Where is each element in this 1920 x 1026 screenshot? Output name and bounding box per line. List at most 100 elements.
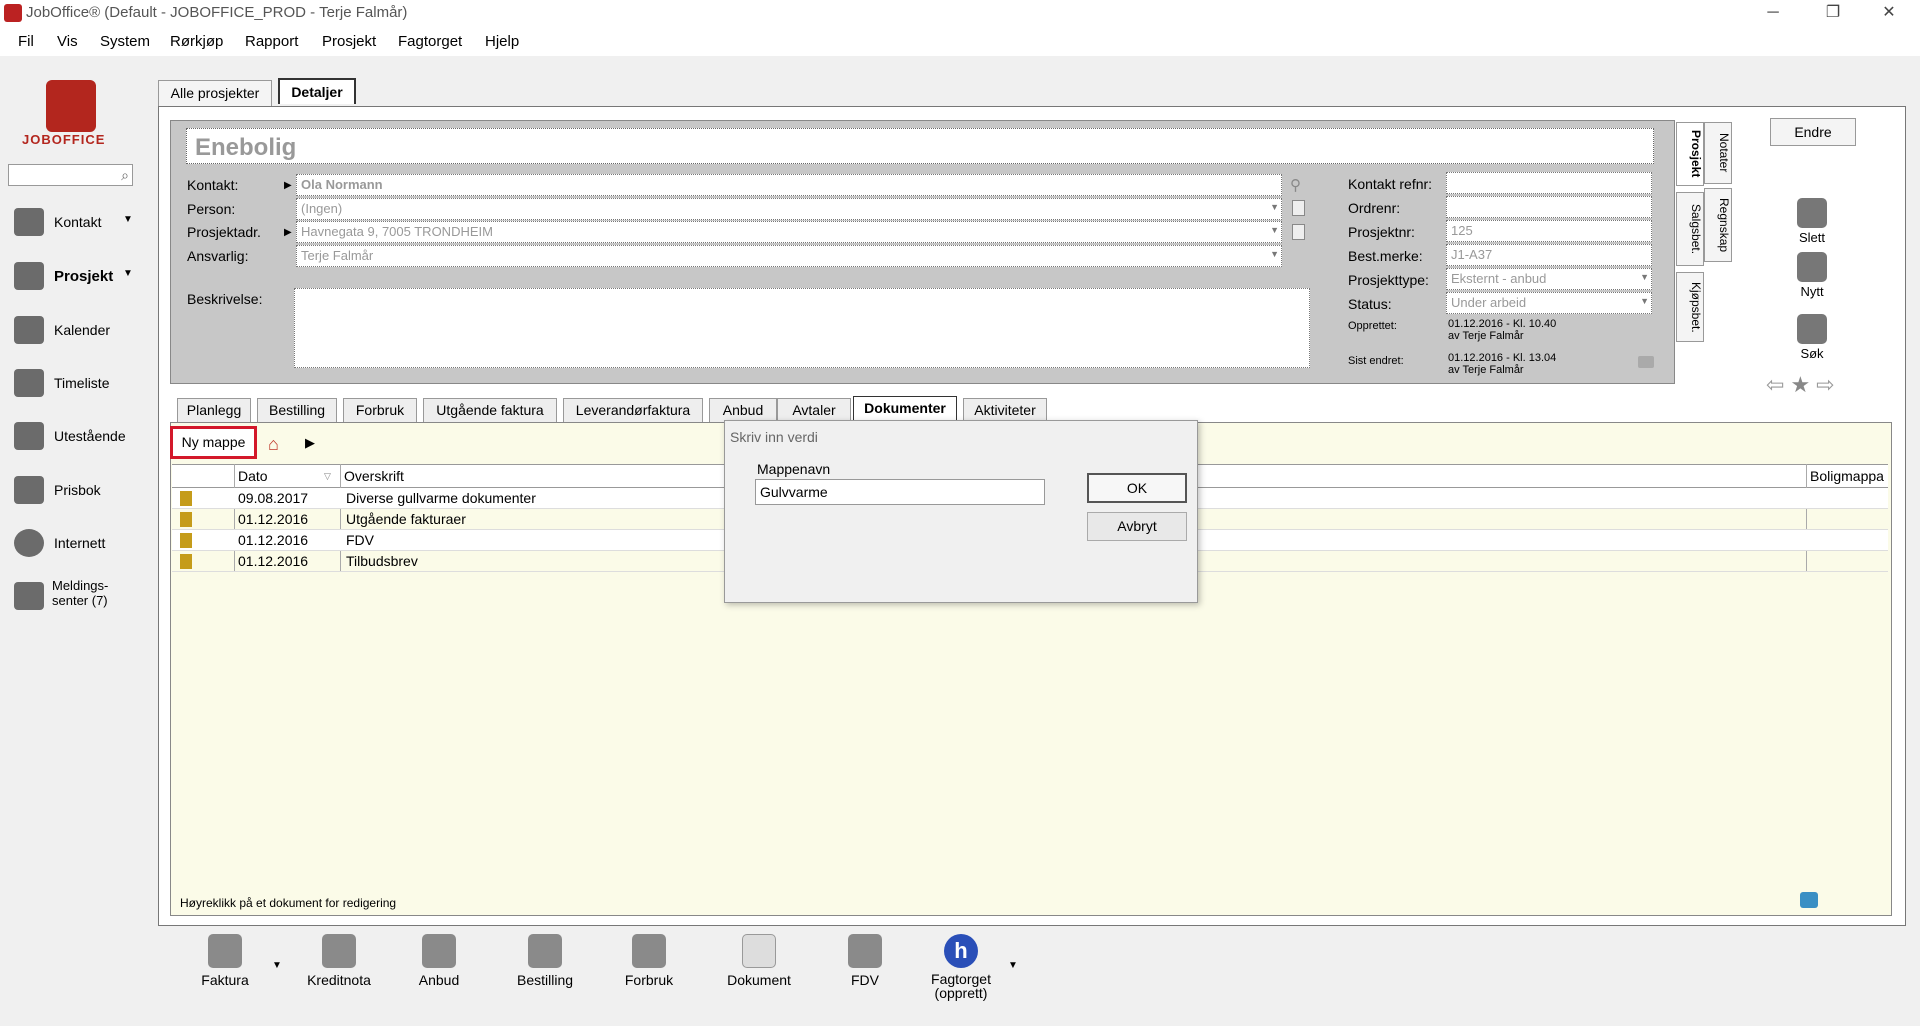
sort-icon[interactable]: ▽ [324,471,331,482]
play-icon[interactable]: ▶ [284,227,292,238]
avbryt-button[interactable]: Avbryt [1087,512,1187,541]
play-icon[interactable]: ▶ [305,435,315,451]
sidebar-item-kalender[interactable]: Kalender [12,310,152,350]
chevron-down-icon[interactable]: ▼ [272,960,282,971]
chevron-down-icon[interactable]: ▼ [123,214,133,225]
star-icon[interactable]: ★ [1790,372,1816,397]
slett-button[interactable]: Slett [1782,198,1842,245]
menu-rorkjop[interactable]: Rørkjøp [170,33,223,50]
vtab-salgsbet[interactable]: Salgsbet. [1676,192,1704,266]
sidebar-item-label: Utestående [54,428,126,444]
nytt-button[interactable]: Nytt [1782,252,1842,299]
search-icon[interactable]: ⚲ [1290,176,1301,194]
menu-fil[interactable]: Fil [18,33,34,50]
fagtorget-button[interactable]: h Fagtorget (opprett) [916,934,1006,1000]
prosjekttype-select[interactable]: Eksternt - anbud ▼ [1446,268,1652,290]
fdv-button[interactable]: FDV [820,934,910,988]
anbud-button[interactable]: Anbud [394,934,484,988]
sidebar-item-meldingssenter[interactable]: Meldings-senter (7) [12,576,152,616]
close-button[interactable]: ✕ [1866,0,1912,26]
person-select[interactable]: (Ingen) ▼ [296,198,1282,220]
minimize-button[interactable]: ─ [1750,0,1796,26]
status-select[interactable]: Under arbeid ▼ [1446,292,1652,314]
tab-detaljer[interactable]: Detaljer [278,78,356,104]
vtab-regnskap[interactable]: Regnskap [1704,188,1732,262]
tab-alle-prosjekter[interactable]: Alle prosjekter [158,80,272,106]
chevron-down-icon[interactable]: ▼ [1008,960,1018,971]
vtab-notater[interactable]: Notater [1704,122,1732,184]
vtab-prosjekt[interactable]: Prosjekt [1676,122,1704,186]
kontakt-field[interactable]: Ola Normann [296,174,1282,196]
bestmerke-field[interactable]: J1-A37 [1446,244,1652,266]
dokument-button[interactable]: Dokument [714,934,804,988]
tab-leverandorfaktura[interactable]: Leverandørfaktura [563,398,703,422]
prosjektnr-field[interactable]: 125 [1446,220,1652,242]
menu-rapport[interactable]: Rapport [245,33,298,50]
vtab-kjopsbet[interactable]: Kjøpsbet. [1676,272,1704,342]
arrow-left-icon[interactable]: ⇦ [1766,372,1790,397]
sidebar-item-prosjekt[interactable]: Prosjekt ▼ [12,256,152,296]
sidebar-item-prisbok[interactable]: Prisbok [12,470,152,510]
tab-planlegg[interactable]: Planlegg [177,398,251,422]
money-icon [14,422,44,450]
tab-utgaende-faktura[interactable]: Utgående faktura [423,398,557,422]
sidebar-item-internett[interactable]: Internett [12,523,152,563]
tab-anbud[interactable]: Anbud [709,398,777,422]
refnr-field[interactable] [1446,172,1652,194]
tab-forbruk[interactable]: Forbruk [343,398,417,422]
opprettet-by: av Terje Falmår [1448,330,1524,342]
menu-prosjekt[interactable]: Prosjekt [322,33,376,50]
menu-fagtorget[interactable]: Fagtorget [398,33,462,50]
ansvarlig-select[interactable]: Terje Falmår ▼ [296,245,1282,267]
chevron-down-icon[interactable]: ▼ [123,268,133,279]
page-icon[interactable] [1292,224,1305,240]
column-header-dato[interactable]: Dato [238,468,268,484]
tab-bestilling[interactable]: Bestilling [257,398,337,422]
mappenavn-input[interactable]: Gulvvarme [755,479,1045,505]
sidebar-search-input[interactable]: ⌕ [8,164,133,186]
ordrenr-field[interactable] [1446,196,1652,218]
arrow-right-icon[interactable]: ⇨ [1816,372,1840,397]
message-icon [14,582,44,610]
beskrivelse-textarea[interactable] [294,288,1310,368]
tab-dokumenter[interactable]: Dokumenter [853,396,957,420]
forbruk-button[interactable]: Forbruk [604,934,694,988]
project-title[interactable]: Enebolig [186,128,1654,164]
sidebar-item-utestaende[interactable]: Utestående [12,416,152,456]
sidebar-item-label: Meldings-senter (7) [52,578,109,608]
ok-button[interactable]: OK [1087,473,1187,503]
faktura-button[interactable]: Faktura [180,934,270,988]
home-icon[interactable]: ⌂ [268,434,279,455]
restore-button[interactable]: ❐ [1810,0,1856,26]
column-header-boligmappa[interactable]: Boligmappa [1810,468,1884,484]
sidebar-item-kontakt[interactable]: Kontakt ▼ [12,202,152,242]
menu-system[interactable]: System [100,33,150,50]
cell-overskrift: Diverse gullvarme dokumenter [346,490,536,506]
tab-aktiviteter[interactable]: Aktiviteter [963,398,1047,422]
tab-avtaler[interactable]: Avtaler [777,398,851,422]
menu-hjelp[interactable]: Hjelp [485,33,519,50]
kreditnota-button[interactable]: Kreditnota [294,934,384,988]
chevron-down-icon[interactable]: ▼ [1640,272,1649,282]
cell-overskrift: Tilbudsbrev [346,553,418,569]
page-icon[interactable] [1292,200,1305,216]
sidebar-item-timeliste[interactable]: Timeliste [12,363,152,403]
chevron-down-icon[interactable]: ▼ [1270,225,1279,235]
chevron-down-icon[interactable]: ▼ [1640,296,1649,306]
endre-button[interactable]: Endre [1770,118,1856,146]
column-header-overskrift[interactable]: Overskrift [344,468,404,484]
printer-icon[interactable] [1638,356,1654,368]
ny-mappe-button[interactable]: Ny mappe [170,426,257,459]
search-icon[interactable]: ⌕ [121,167,129,184]
menu-vis[interactable]: Vis [57,33,78,50]
input-dialog: Skriv inn verdi Mappenavn Gulvvarme OK A… [724,420,1198,603]
globe-icon [14,529,44,557]
chevron-down-icon[interactable]: ▼ [1270,249,1279,259]
bestilling-button[interactable]: Bestilling [500,934,590,988]
refresh-icon[interactable] [1800,892,1818,908]
sok-button[interactable]: Søk [1782,314,1842,361]
play-icon[interactable]: ▶ [284,180,292,191]
prosjektadr-select[interactable]: Havnegata 9, 7005 TRONDHEIM ▼ [296,221,1282,243]
chevron-down-icon[interactable]: ▼ [1270,202,1279,212]
app-icon [4,4,22,22]
